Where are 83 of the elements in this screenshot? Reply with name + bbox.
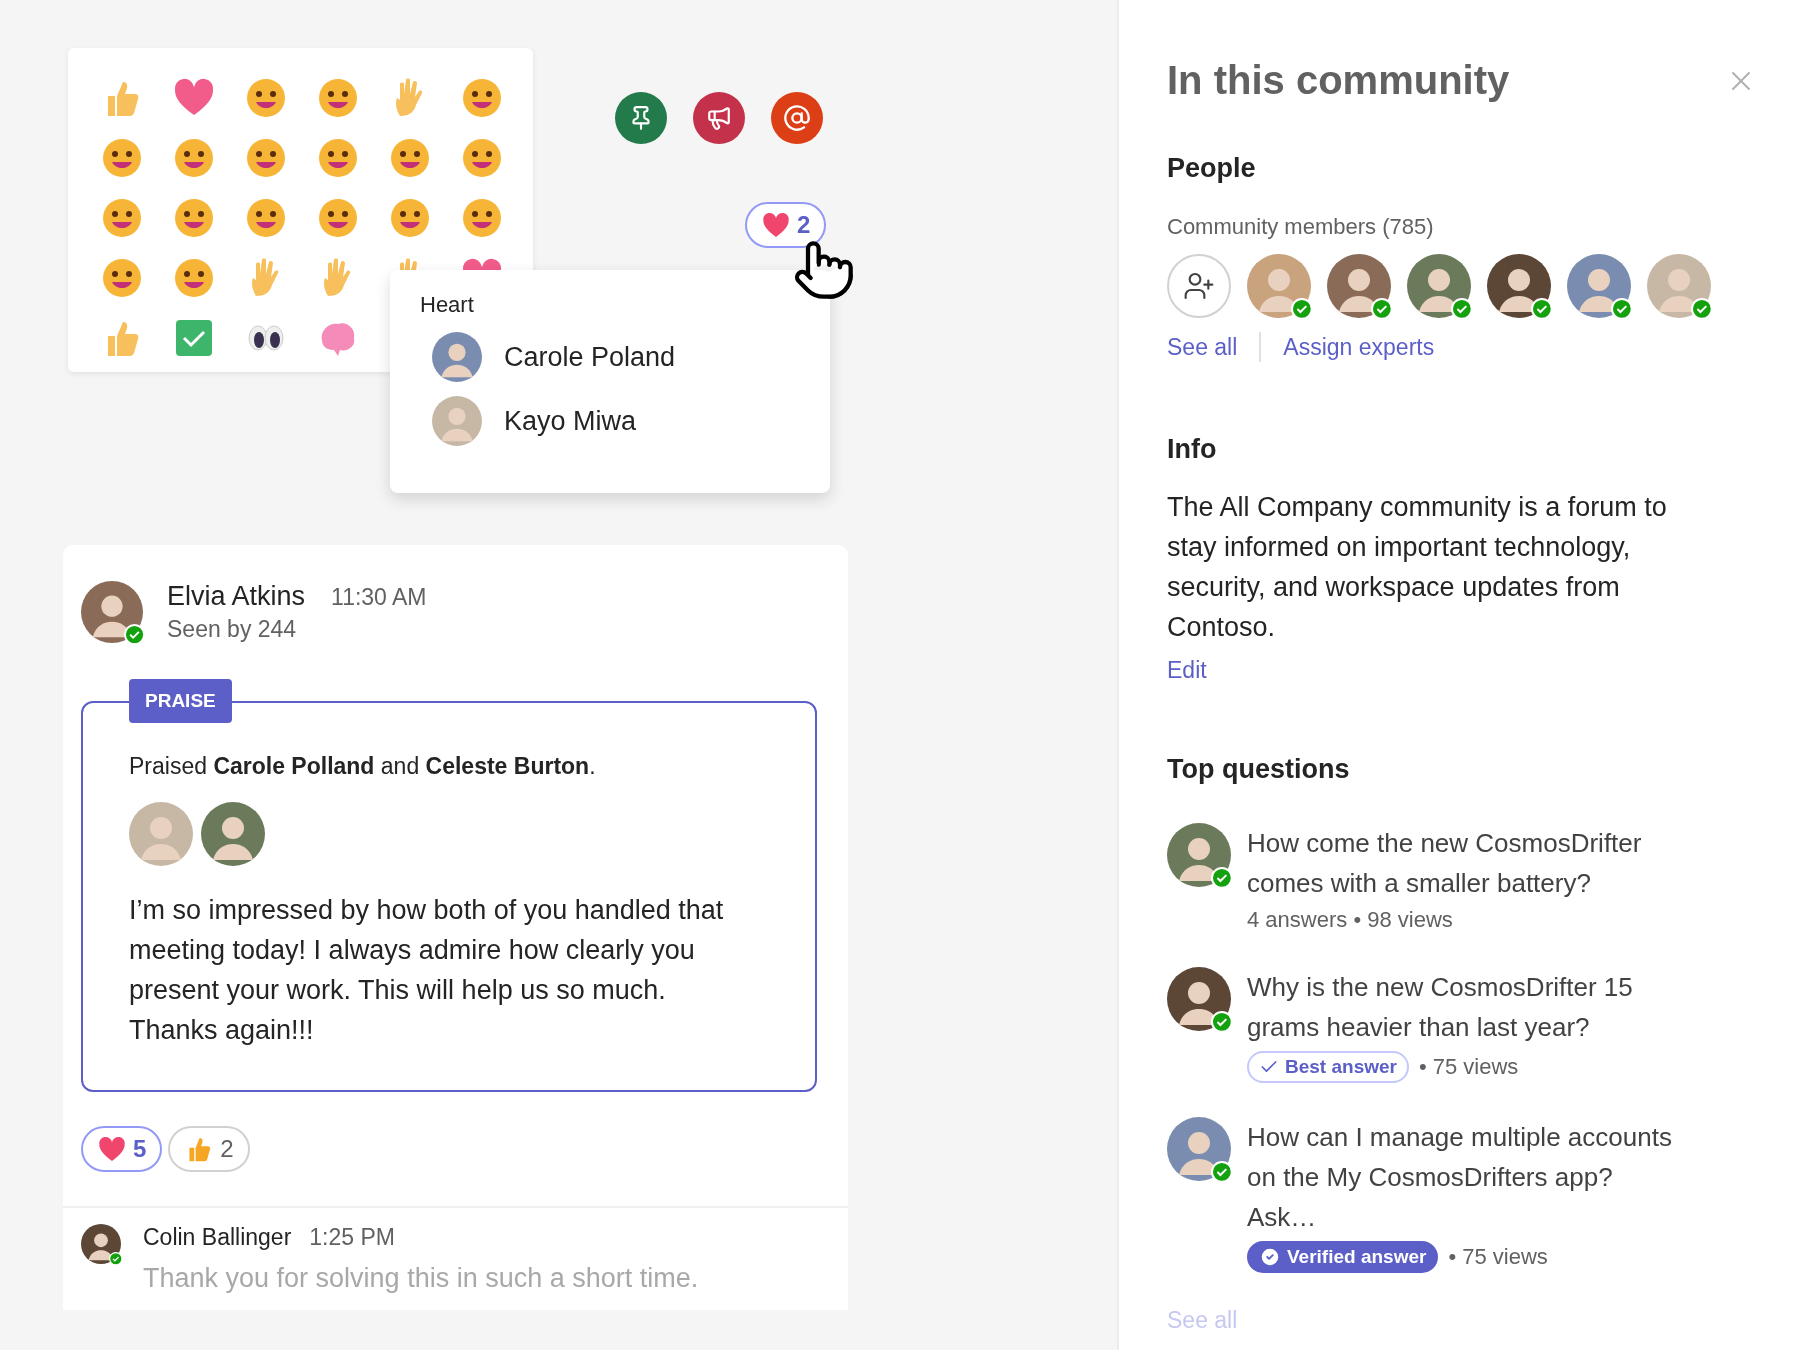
people-link[interactable]: See all bbox=[1167, 333, 1238, 361]
members-label: Community members (785) bbox=[1167, 214, 1435, 240]
question-stats: • 75 views bbox=[1418, 1054, 1519, 1080]
smiley-face-icon[interactable] bbox=[316, 196, 360, 240]
avatar bbox=[129, 802, 193, 866]
author-name: Elvia Atkins bbox=[167, 581, 306, 612]
avatar bbox=[1647, 254, 1711, 318]
announcement-button[interactable] bbox=[693, 92, 745, 144]
avatar bbox=[201, 802, 265, 866]
presence-icon bbox=[1211, 1161, 1233, 1183]
presence-icon bbox=[109, 1252, 123, 1266]
presence-icon bbox=[123, 623, 145, 645]
presence-icon bbox=[1211, 867, 1233, 889]
question-text[interactable]: How come the new CosmosDrifter comes with a smaller battery? bbox=[1247, 823, 1687, 903]
smiley-face-icon[interactable] bbox=[460, 196, 504, 240]
praise-text: Praised Carole Polland and Celeste Burton. bbox=[129, 753, 597, 780]
reaction-button[interactable]: 5 bbox=[81, 1126, 163, 1172]
presence-icon bbox=[1291, 298, 1313, 320]
smiley-face-icon[interactable] bbox=[100, 136, 144, 180]
avatar bbox=[1567, 254, 1631, 318]
smiley-face-icon[interactable] bbox=[460, 136, 504, 180]
popup-title: Heart bbox=[420, 292, 475, 318]
mention-button[interactable] bbox=[771, 92, 823, 144]
smiley-face-icon[interactable] bbox=[316, 76, 360, 120]
presence-icon bbox=[1691, 298, 1713, 320]
smiley-face-icon[interactable] bbox=[244, 76, 288, 120]
smiley-face-icon[interactable] bbox=[100, 196, 144, 240]
avatar bbox=[432, 332, 482, 382]
message-body: I’m so impressed by how both of you handled that meeting today! I always admire how clearly you present your work. This will help us so much. Thanks again!!! bbox=[129, 894, 725, 1047]
presence-icon bbox=[1531, 298, 1553, 320]
question-text[interactable]: Why is the new CosmosDrifter 15 grams heavier than last year? bbox=[1247, 967, 1687, 1047]
people-link[interactable]: Assign experts bbox=[1283, 333, 1435, 361]
author-name: Colin Ballinger bbox=[143, 1224, 292, 1250]
smiley-face-icon[interactable] bbox=[172, 136, 216, 180]
section-heading: People bbox=[1167, 153, 1257, 184]
question-stats: 4 answers • 98 views bbox=[1247, 907, 1453, 933]
reaction-button[interactable]: 2 bbox=[745, 202, 827, 248]
avatar bbox=[1327, 254, 1391, 318]
avatar bbox=[1167, 823, 1231, 887]
smiley-face-icon[interactable] bbox=[388, 196, 432, 240]
smiley-face-icon[interactable] bbox=[100, 256, 144, 300]
edit-link[interactable]: Edit bbox=[1167, 657, 1800, 684]
person-name: Kayo Miwa bbox=[504, 405, 637, 437]
info-text: The All Company community is a forum to stay informed on important technology, security, and workspace updates from Contoso. bbox=[1167, 491, 1668, 644]
heart-icon bbox=[761, 211, 791, 239]
avatar bbox=[432, 396, 482, 446]
avatar bbox=[1407, 254, 1471, 318]
smiley-face-icon[interactable] bbox=[460, 76, 504, 120]
smiley-face-icon[interactable] bbox=[388, 136, 432, 180]
seen-count: Seen by 244 bbox=[167, 616, 298, 643]
question-text[interactable]: How can I manage multiple accounts on the My CosmosDrifters app? Ask… bbox=[1247, 1117, 1687, 1237]
avatar bbox=[1487, 254, 1551, 318]
section-heading: Top questions bbox=[1167, 754, 1351, 785]
message-time: 1:25 PM bbox=[309, 1224, 395, 1250]
presence-icon bbox=[1451, 298, 1473, 320]
avatar bbox=[81, 1224, 121, 1264]
add-people-icon bbox=[1183, 270, 1215, 302]
question-stats: • 75 views bbox=[1448, 1244, 1548, 1270]
smiley-face-icon[interactable] bbox=[244, 136, 288, 180]
answer-badge: Verified answer bbox=[1247, 1241, 1439, 1273]
person-name: Carole Poland bbox=[504, 341, 676, 373]
smiley-face-icon[interactable] bbox=[172, 256, 216, 300]
megaphone-icon bbox=[706, 105, 732, 131]
reaction-button[interactable]: 2 bbox=[168, 1126, 250, 1172]
section-heading: Info bbox=[1167, 434, 1218, 465]
presence-icon bbox=[1611, 298, 1633, 320]
avatar bbox=[1247, 254, 1311, 318]
pin-button[interactable] bbox=[615, 92, 667, 144]
smiley-face-icon[interactable] bbox=[316, 136, 360, 180]
smiley-face-icon[interactable] bbox=[244, 196, 288, 240]
avatar bbox=[81, 581, 143, 643]
heart-icon bbox=[97, 1135, 127, 1163]
at-sign-icon bbox=[783, 104, 811, 132]
presence-icon bbox=[1371, 298, 1393, 320]
panel-title: In this community bbox=[1167, 58, 1510, 103]
avatar bbox=[1167, 967, 1231, 1031]
avatar bbox=[1167, 1117, 1231, 1181]
presence-icon bbox=[1211, 1011, 1233, 1033]
praise-tag: PRAISE bbox=[129, 679, 232, 723]
answer-badge: Best answer bbox=[1247, 1051, 1409, 1083]
message-time: 11:30 AM bbox=[331, 584, 427, 611]
smiley-face-icon[interactable] bbox=[172, 196, 216, 240]
reply-text: Thank you for solving this in such a short time. bbox=[143, 1263, 699, 1294]
